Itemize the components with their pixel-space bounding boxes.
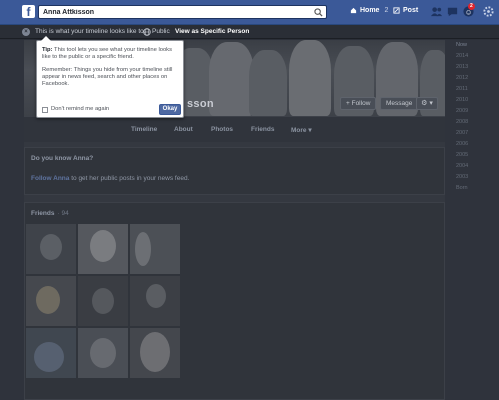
view-as-bar: × This is what your timeline looks like … [0,25,499,39]
friend-photo[interactable] [26,276,76,326]
nav-post-label: Post [403,7,419,14]
facebook-logo[interactable]: f [22,5,35,19]
search-input[interactable] [39,6,309,18]
friend-photo[interactable] [78,224,128,274]
scrubber-year[interactable]: 2009 [452,106,480,117]
nav-home-count: 2 [384,7,389,14]
more-options-button[interactable]: ⚙ ▾ [416,97,438,110]
tip-body: This tool lets you see what your timelin… [42,47,172,60]
tab-more[interactable]: More ▾ [291,126,312,134]
globe-icon [143,28,151,36]
friend-requests-icon[interactable] [430,5,443,18]
card-text-rest: to get her public posts in your news fee… [69,175,190,182]
scrubber-year[interactable]: Now [452,40,480,51]
friend-photo[interactable] [26,224,76,274]
scrubber-year[interactable]: 2014 [452,51,480,62]
scrubber-year[interactable]: 2010 [452,95,480,106]
scrubber-year[interactable]: 2013 [452,62,480,73]
notifications-badge: 2 [468,3,475,10]
compose-icon [393,7,400,14]
friend-photo[interactable] [78,328,128,378]
cover-figure [249,50,287,116]
profile-nav: Timeline About Photos Friends More ▾ [24,116,445,142]
scrubber-year[interactable]: 2012 [452,73,480,84]
top-navigation-bar: f Home 2 Post ☺ 2 [0,0,499,25]
friend-photo[interactable] [26,328,76,378]
view-as-text: This is what your timeline looks like to… [35,28,146,35]
nav-home[interactable]: Home 2 [350,7,388,14]
okay-button[interactable]: Okay [159,104,181,115]
settings-gear-icon[interactable] [482,5,495,18]
home-icon [350,7,357,14]
scrubber-year[interactable]: Born [452,183,480,194]
nav-post[interactable]: Post [393,7,418,14]
tip-popover: Tip: This tool lets you see what your ti… [36,36,184,118]
tip-label: Tip: [42,47,53,53]
tab-photos[interactable]: Photos [211,126,233,133]
cover-figure [289,40,331,116]
friends-title-label: Friends [31,210,55,217]
close-icon[interactable]: × [22,28,30,36]
follow-link[interactable]: Follow Anna [31,175,69,182]
scrubber-year[interactable]: 2007 [452,128,480,139]
remember-text: Remember: Things you hide from your time… [42,67,173,87]
dont-remind-checkbox[interactable] [42,107,48,113]
friend-photo[interactable] [78,276,128,326]
tab-friends[interactable]: Friends [251,126,274,133]
message-button[interactable]: Message [380,97,419,110]
card-text: Follow Anna to get her public posts in y… [31,175,189,182]
dont-remind-label[interactable]: Don't remind me again [51,106,109,112]
follow-button[interactable]: + Follow [340,97,377,110]
friend-photo[interactable] [130,224,180,274]
tab-about[interactable]: About [174,126,193,133]
scrubber-year[interactable]: 2011 [452,84,480,95]
tab-timeline[interactable]: Timeline [131,126,157,133]
nav-home-label: Home [360,7,380,14]
timeline-scrubber: Now 2014 2013 2012 2011 2010 2009 2008 2… [452,40,480,191]
scrubber-year[interactable]: 2004 [452,161,480,172]
do-you-know-card: Do you know Anna? Follow Anna to get her… [24,147,445,195]
scrubber-year[interactable]: 2003 [452,172,480,183]
profile-name: sson [187,98,214,110]
scrubber-year[interactable]: 2008 [452,117,480,128]
card-title: Do you know Anna? [31,155,94,162]
audience-public[interactable]: Public [152,28,170,35]
tip-text: Tip: This tool lets you see what your ti… [42,47,180,61]
friends-title: Friends · 94 [31,210,69,217]
search-box[interactable] [38,5,327,19]
cover-figure [209,42,254,116]
messages-icon[interactable] [446,5,459,18]
tip-arrow [41,36,51,41]
friend-photo[interactable] [130,276,180,326]
search-icon[interactable] [314,8,323,17]
friends-count: · 94 [57,210,69,217]
friend-photo[interactable] [130,328,180,378]
scrubber-year[interactable]: 2005 [452,150,480,161]
scrubber-year[interactable]: 2006 [452,139,480,150]
view-as-specific-person-link[interactable]: View as Specific Person [175,28,249,35]
